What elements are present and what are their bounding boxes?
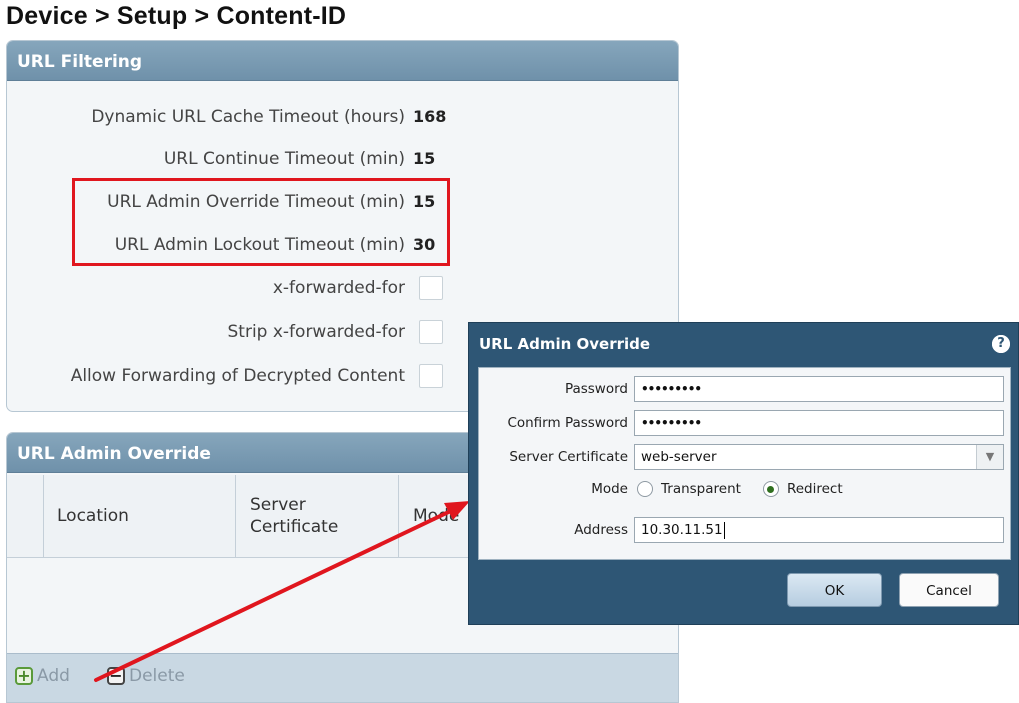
dynamic-url-cache-label: Dynamic URL Cache Timeout (hours): [91, 107, 405, 127]
column-location[interactable]: Location: [43, 475, 236, 557]
footer-toolbar: + Add − Delete: [7, 653, 678, 702]
allow-forwarding-decrypted-checkbox[interactable]: [419, 364, 443, 388]
strip-x-forwarded-for-row: Strip x-forwarded-for: [7, 317, 447, 347]
confirm-password-label: Confirm Password: [507, 415, 628, 431]
allow-forwarding-decrypted-row: Allow Forwarding of Decrypted Content: [7, 361, 447, 391]
transparent-label: Transparent: [661, 481, 741, 497]
url-continue-label: URL Continue Timeout (min): [163, 149, 405, 169]
confirm-password-field[interactable]: •••••••••: [634, 410, 1004, 436]
address-field[interactable]: 10.30.11.51: [634, 517, 1004, 543]
password-label: Password: [564, 381, 628, 397]
url-admin-override-dialog: URL Admin Override ? Password ••••••••• …: [468, 322, 1019, 625]
strip-x-forwarded-for-label: Strip x-forwarded-for: [227, 322, 406, 342]
redirect-label: Redirect: [786, 481, 843, 497]
column-server-certificate[interactable]: Server Certificate: [236, 475, 399, 557]
server-certificate-row: Server Certificate web-server ▼: [479, 442, 1010, 472]
confirm-password-row: Confirm Password •••••••••: [479, 408, 1010, 438]
url-continue-row: URL Continue Timeout (min) 15: [7, 144, 447, 174]
mode-radio-group: Transparent Redirect: [637, 474, 843, 504]
help-icon[interactable]: ?: [992, 335, 1010, 353]
delete-button[interactable]: − Delete: [107, 666, 185, 686]
url-filtering-header: URL Filtering: [7, 41, 678, 81]
ok-button[interactable]: OK: [787, 573, 882, 607]
x-forwarded-for-checkbox[interactable]: [419, 276, 443, 300]
address-value: 10.30.11.51: [641, 522, 723, 538]
password-row: Password •••••••••: [479, 374, 1010, 404]
radio-redirect[interactable]: [762, 481, 779, 497]
x-forwarded-for-row: x-forwarded-for: [7, 273, 447, 303]
strip-x-forwarded-for-checkbox[interactable]: [419, 320, 443, 344]
radio-transparent[interactable]: [637, 481, 653, 497]
page-title: Device > Setup > Content-ID: [6, 2, 347, 30]
password-field[interactable]: •••••••••: [634, 376, 1004, 402]
mode-label: Mode: [591, 481, 628, 497]
cancel-button[interactable]: Cancel: [899, 573, 999, 607]
chevron-down-icon[interactable]: ▼: [976, 445, 1003, 469]
confirm-password-value: •••••••••: [641, 416, 702, 430]
server-certificate-value: web-server: [641, 449, 717, 465]
text-caret: [723, 521, 725, 539]
dynamic-url-cache-row: Dynamic URL Cache Timeout (hours) 168: [7, 102, 447, 132]
address-label: Address: [574, 522, 628, 538]
plus-icon: +: [15, 667, 33, 685]
highlight-box: [72, 178, 450, 266]
minus-icon: −: [107, 667, 125, 685]
allow-forwarding-decrypted-label: Allow Forwarding of Decrypted Content: [70, 366, 405, 386]
dialog-title: URL Admin Override: [479, 335, 651, 353]
server-certificate-label: Server Certificate: [509, 449, 628, 465]
url-continue-value: 15: [413, 149, 436, 168]
server-certificate-select[interactable]: web-server ▼: [634, 444, 1004, 470]
add-button[interactable]: + Add: [15, 666, 70, 686]
password-value: •••••••••: [641, 382, 702, 396]
delete-label: Delete: [129, 666, 185, 686]
dialog-body: Password ••••••••• Confirm Password ••••…: [478, 367, 1011, 560]
dynamic-url-cache-value: 168: [413, 107, 447, 126]
select-column[interactable]: [7, 475, 44, 557]
address-row: Address 10.30.11.51: [479, 515, 1010, 545]
mode-row: Mode Transparent Redirect: [479, 474, 1010, 504]
add-label: Add: [37, 666, 70, 686]
x-forwarded-for-label: x-forwarded-for: [272, 278, 405, 298]
